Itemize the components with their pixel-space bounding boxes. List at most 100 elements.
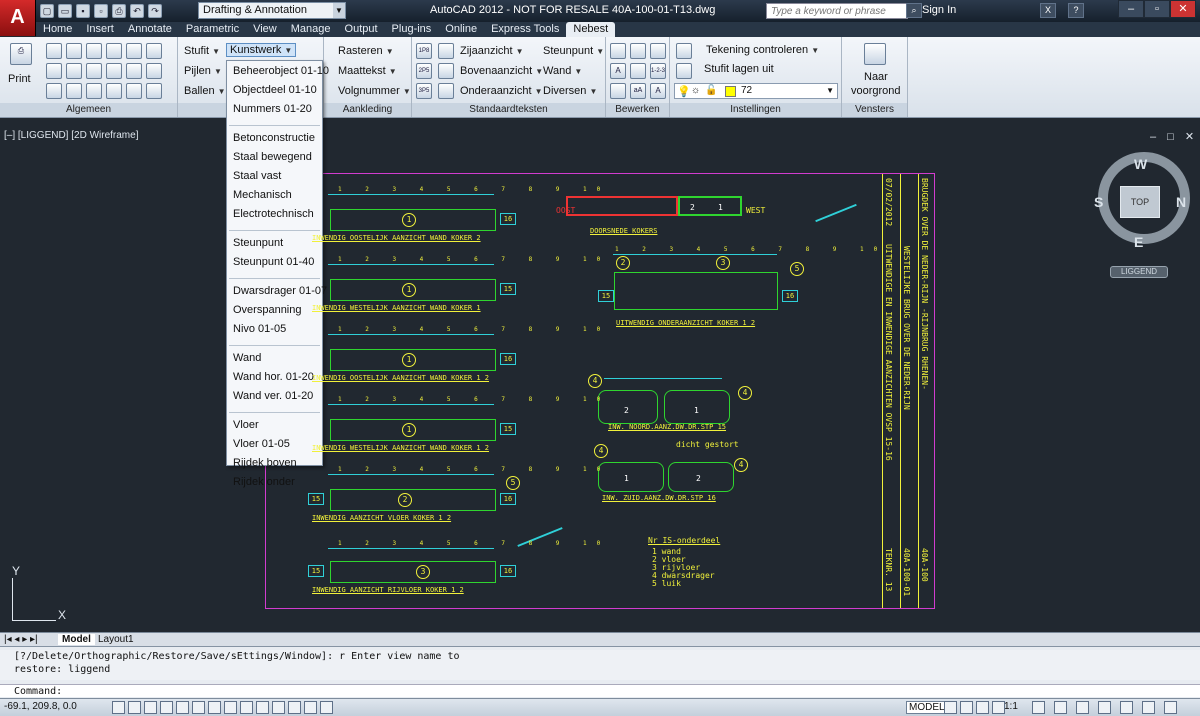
osnap-icon[interactable]: [176, 701, 189, 714]
menu-item[interactable]: Objectdeel 01-10: [233, 84, 317, 96]
workspace-switch-icon[interactable]: [1076, 701, 1089, 714]
new-file-icon[interactable]: ▢: [40, 4, 54, 18]
numbering-icon[interactable]: 1-2-3: [650, 63, 666, 79]
minimize-button[interactable]: –: [1118, 0, 1144, 18]
menu-item[interactable]: Vloer 01-05: [233, 438, 290, 450]
menu-item[interactable]: Mechanisch: [233, 189, 292, 201]
lock-icon[interactable]: [1098, 701, 1111, 714]
maattekst-button[interactable]: Maattekst ▼: [338, 65, 397, 77]
ducs-icon[interactable]: [208, 701, 221, 714]
tab-plug-ins[interactable]: Plug-ins: [385, 22, 439, 37]
tab-express-tools[interactable]: Express Tools: [484, 22, 566, 37]
stufit-button[interactable]: Stufit ▼: [184, 45, 220, 57]
block-icon[interactable]: [86, 83, 102, 99]
sign-in-link[interactable]: Sign In: [922, 4, 956, 16]
print-icon[interactable]: ⎙: [112, 4, 126, 18]
text-a-icon[interactable]: A: [610, 63, 626, 79]
zijaanzicht-button[interactable]: Zijaanzicht ▼: [460, 45, 524, 57]
menu-item[interactable]: Dwarsdrager 01-07: [233, 285, 327, 297]
annomonitor-icon[interactable]: [304, 701, 317, 714]
menu-item[interactable]: Nivo 01-05: [233, 323, 286, 335]
print-icon[interactable]: ⎙: [10, 43, 32, 65]
voorgrond-label[interactable]: voorgrond: [851, 85, 901, 97]
transparency-icon[interactable]: [256, 701, 269, 714]
menu-item[interactable]: Staal bewegend: [233, 151, 312, 163]
save-icon[interactable]: [86, 43, 102, 59]
bovenaanzicht-button[interactable]: Bovenaanzicht ▼: [460, 65, 543, 77]
help-icon[interactable]: ?: [1068, 3, 1084, 18]
coordinates[interactable]: -69.1, 209.8, 0.0: [4, 701, 77, 712]
menu-item[interactable]: Rijdek boven: [233, 457, 297, 469]
dyn-icon[interactable]: [224, 701, 237, 714]
block-icon[interactable]: [66, 83, 82, 99]
viewport-label[interactable]: [–] [LIGGEND] [2D Wireframe]: [4, 130, 138, 141]
block-icon[interactable]: [106, 83, 122, 99]
exchange-icon[interactable]: X: [1040, 3, 1056, 18]
tab-annotate[interactable]: Annotate: [121, 22, 179, 37]
naar-label[interactable]: Naar: [864, 71, 888, 83]
save-as-icon[interactable]: ▫: [94, 4, 108, 18]
viewport-controls[interactable]: – □ ✕: [1150, 130, 1198, 143]
steunpunt-button[interactable]: Steunpunt ▼: [543, 45, 604, 57]
zoom-icon[interactable]: [992, 701, 1005, 714]
tab-nebest[interactable]: Nebest: [566, 22, 616, 37]
compass-west[interactable]: S: [1094, 194, 1103, 210]
layer-dropdown[interactable]: 💡 ☼ 🔓 72 ▼: [674, 83, 838, 99]
tab-online[interactable]: Online: [438, 22, 484, 37]
tab-insert[interactable]: Insert: [79, 22, 121, 37]
text-style-icon[interactable]: 1P8: [416, 43, 432, 59]
open-file-icon[interactable]: ▭: [58, 4, 72, 18]
polar-icon[interactable]: [160, 701, 173, 714]
block-icon[interactable]: [146, 83, 162, 99]
maximize-button[interactable]: ▫: [1144, 0, 1170, 18]
close-button[interactable]: ✕: [1170, 0, 1196, 18]
save-icon[interactable]: ▪: [76, 4, 90, 18]
ballen-button[interactable]: Ballen ▼: [184, 85, 226, 97]
menu-item[interactable]: Wand hor. 01-20: [233, 371, 314, 383]
import-icon[interactable]: [126, 43, 142, 59]
menu-item[interactable]: Overspanning: [233, 304, 302, 316]
otrack-icon[interactable]: [192, 701, 205, 714]
block-icon[interactable]: [46, 63, 62, 79]
edit-icon[interactable]: [630, 43, 646, 59]
search-icon[interactable]: ⌕: [906, 3, 922, 18]
menu-item[interactable]: Vloer: [233, 419, 259, 431]
rasteren-button[interactable]: Rasteren ▼: [338, 45, 394, 57]
quickview-drawings-icon[interactable]: [960, 701, 973, 714]
tekening-controleren-button[interactable]: Tekening controleren ▼: [706, 44, 819, 56]
tab-view[interactable]: View: [246, 22, 284, 37]
command-input[interactable]: Command:: [0, 684, 1200, 697]
menu-item[interactable]: Electrotechnisch: [233, 208, 314, 220]
edit-icon[interactable]: [610, 43, 626, 59]
snap-icon[interactable]: [112, 701, 125, 714]
text-style-icon[interactable]: 2P5: [416, 63, 432, 79]
pijlen-button[interactable]: Pijlen ▼: [184, 65, 222, 77]
menu-item[interactable]: Nummers 01-20: [233, 103, 312, 115]
workspace-icon[interactable]: [320, 701, 333, 714]
search-input[interactable]: Type a keyword or phrase: [766, 3, 908, 19]
tab-layout1[interactable]: Layout1: [98, 634, 134, 645]
onderaanzicht-button[interactable]: Onderaanzicht ▼: [460, 85, 543, 97]
selection-cycling-icon[interactable]: [288, 701, 301, 714]
menu-item[interactable]: Staal vast: [233, 170, 281, 182]
menu-item[interactable]: Wand: [233, 352, 261, 364]
tab-manage[interactable]: Manage: [284, 22, 338, 37]
block-icon[interactable]: [146, 63, 162, 79]
menu-item[interactable]: Steunpunt 01-40: [233, 256, 314, 268]
ortho-icon[interactable]: [144, 701, 157, 714]
menu-item[interactable]: Wand ver. 01-20: [233, 390, 313, 402]
chevron-down-icon[interactable]: ▼: [333, 3, 345, 18]
print-button[interactable]: Print: [8, 73, 31, 85]
tab-nav-icons[interactable]: |◂ ◂ ▸ ▸|: [4, 634, 38, 645]
copy-icon[interactable]: [66, 43, 82, 59]
annotation-scale[interactable]: 1:1: [1004, 701, 1018, 712]
workspace-selector[interactable]: Drafting & Annotation ▼: [198, 2, 346, 19]
wcs-menu[interactable]: LIGGEND: [1110, 266, 1168, 278]
compass-north[interactable]: W: [1134, 156, 1147, 172]
clean-screen-icon[interactable]: [1164, 701, 1177, 714]
menu-item[interactable]: Rijdek onder: [233, 476, 295, 488]
pan-icon[interactable]: [976, 701, 989, 714]
auto-scale-icon[interactable]: [1054, 701, 1067, 714]
redo-icon[interactable]: ↷: [148, 4, 162, 18]
viewcube-top[interactable]: TOP: [1120, 186, 1160, 218]
